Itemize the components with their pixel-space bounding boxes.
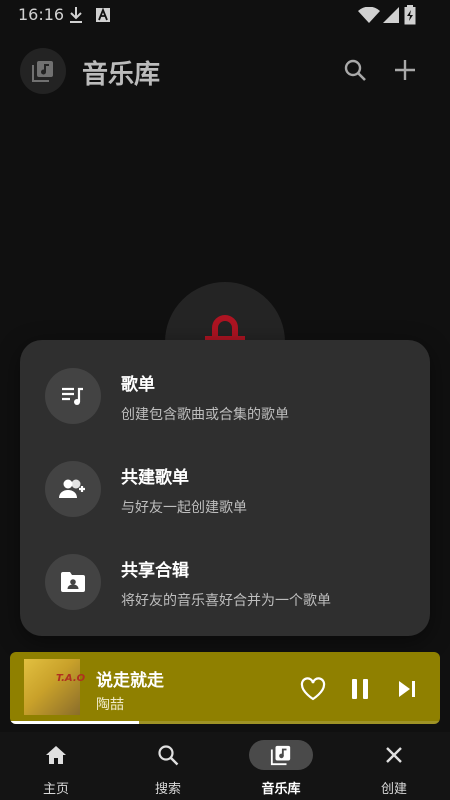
playback-progress-track[interactable] (10, 721, 440, 724)
bottom-nav: 主页 搜索 音乐库 创建 (0, 732, 450, 800)
sheet-item-playlist[interactable]: 歌单 创建包含歌曲或合集的歌单 (20, 340, 430, 432)
sheet-item-title: 共享合辑 (121, 561, 189, 581)
nav-icon-container-active (249, 740, 313, 770)
nav-icon-container (362, 740, 426, 770)
sheet-item-subtitle: 创建包含歌曲或合集的歌单 (121, 407, 289, 423)
add-people-icon (59, 479, 85, 498)
create-menu-sheet: 歌单 创建包含歌曲或合集的歌单 共建歌单 与好友一起创建歌单 共享合辑 将好友的… (20, 340, 430, 636)
nav-item-search[interactable]: 搜索 (112, 732, 224, 800)
close-icon (386, 747, 402, 763)
song-artist: 陶喆 (96, 697, 124, 713)
mini-player[interactable]: T.A.O 说走就走 陶喆 (10, 652, 440, 724)
add-people-icon-circle (45, 461, 101, 517)
sheet-item-title: 共建歌单 (121, 468, 189, 488)
sheet-item-subtitle: 与好友一起创建歌单 (121, 500, 247, 516)
search-icon (158, 745, 179, 766)
home-icon (46, 746, 66, 764)
sheet-item-subtitle: 将好友的音乐喜好合并为一个歌单 (121, 593, 331, 609)
library-music-icon (270, 745, 291, 766)
nav-label: 搜索 (154, 782, 181, 797)
sheet-item-shared-mix[interactable]: 共享合辑 将好友的音乐喜好合并为一个歌单 (20, 526, 430, 618)
like-button[interactable] (298, 674, 328, 704)
playlist-icon-circle (45, 368, 101, 424)
nav-item-library[interactable]: 音乐库 (225, 732, 337, 800)
nav-item-create[interactable]: 创建 (338, 732, 450, 800)
nav-icon-container (136, 740, 200, 770)
pause-icon (352, 679, 368, 699)
sheet-item-collaborative-playlist[interactable]: 共建歌单 与好友一起创建歌单 (20, 433, 430, 525)
album-cover-text: T.A.O (56, 673, 86, 684)
sheet-item-title: 歌单 (121, 375, 155, 395)
shared-folder-icon-circle (45, 554, 101, 610)
nav-label: 创建 (380, 782, 407, 797)
nav-icon-container (24, 740, 88, 770)
nav-label: 音乐库 (261, 782, 301, 797)
shared-folder-icon (61, 572, 85, 592)
next-button[interactable] (392, 674, 422, 704)
pause-button[interactable] (345, 674, 375, 704)
skip-next-icon (399, 681, 415, 697)
nav-item-home[interactable]: 主页 (0, 732, 112, 800)
playlist-icon (62, 387, 83, 405)
heart-icon (300, 677, 326, 701)
nav-label: 主页 (42, 782, 69, 797)
album-cover[interactable]: T.A.O (24, 659, 85, 715)
playback-progress-fill (10, 721, 139, 724)
song-title: 说走就走 (96, 671, 164, 691)
